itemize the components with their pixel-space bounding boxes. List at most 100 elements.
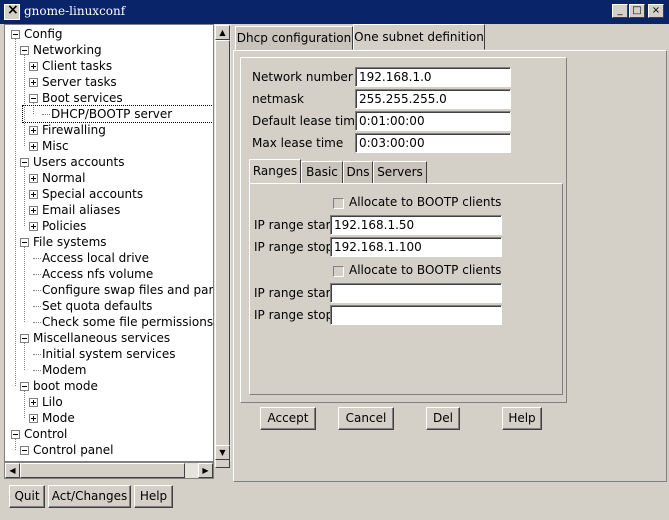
tree-item-label: Users accounts xyxy=(33,155,125,169)
expand-plus-icon[interactable] xyxy=(29,174,38,183)
tree-item[interactable]: Modem xyxy=(5,362,213,378)
collapse-minus-icon[interactable] xyxy=(20,158,29,167)
tree-item-label: Mode xyxy=(42,411,75,425)
tree-item[interactable]: Access local drive xyxy=(5,250,213,266)
netmask-label: netmask xyxy=(252,92,304,106)
tree-item[interactable]: Normal xyxy=(5,170,213,186)
tab-servers[interactable]: Servers xyxy=(373,161,427,184)
ip-range-start-field-2[interactable] xyxy=(330,283,502,303)
collapse-minus-icon[interactable] xyxy=(20,238,29,247)
collapse-minus-icon[interactable] xyxy=(11,30,20,39)
tab-ranges[interactable]: Ranges xyxy=(249,159,301,184)
tree-item[interactable]: DHCP/BOOTP server xyxy=(22,105,213,123)
minimize-button[interactable]: _ xyxy=(612,4,628,18)
max-lease-field[interactable]: 0:03:00:00 xyxy=(355,133,511,153)
tab-dns[interactable]: Dns xyxy=(343,161,373,184)
scroll-right-icon[interactable]: ▶ xyxy=(198,463,213,478)
tree-horizontal-scrollbar[interactable]: ◀ ▶ xyxy=(4,462,214,479)
help-button-bottom[interactable]: Help xyxy=(134,485,173,508)
tree-item[interactable]: Configure swap files and part xyxy=(5,282,213,298)
tree-item[interactable]: Misc xyxy=(5,138,213,154)
tree-item[interactable]: Server tasks xyxy=(5,74,213,90)
tree-item[interactable]: Networking xyxy=(5,42,213,58)
expand-plus-icon[interactable] xyxy=(29,206,38,215)
tree-item-label: Policies xyxy=(42,219,87,233)
tree-item[interactable]: Firewalling xyxy=(5,122,213,138)
collapse-minus-icon[interactable] xyxy=(20,334,29,343)
hscroll-thumb[interactable] xyxy=(20,463,185,478)
scroll-thumb[interactable] xyxy=(215,40,230,468)
expand-plus-icon[interactable] xyxy=(29,190,38,199)
tree-vertical-scrollbar[interactable]: ▲ ▼ xyxy=(214,24,231,468)
default-lease-field[interactable]: 0:01:00:00 xyxy=(355,111,511,131)
tree-item[interactable]: Config xyxy=(5,26,213,42)
tree-item[interactable]: Users accounts xyxy=(5,154,213,170)
tree-item-label: Control xyxy=(24,427,68,441)
tree-item[interactable]: Mode xyxy=(5,410,213,426)
cancel-button[interactable]: Cancel xyxy=(338,407,394,430)
tree-item-label: Modem xyxy=(42,363,87,377)
expand-plus-icon[interactable] xyxy=(29,126,38,135)
config-panel: Dhcp configuration One subnet definition… xyxy=(231,24,669,484)
allocate-bootp-checkbox-1[interactable] xyxy=(333,198,344,209)
ip-range-start-label-1: IP range start xyxy=(254,218,336,232)
tree-item-label: Miscellaneous services xyxy=(33,331,171,345)
quit-button[interactable]: Quit xyxy=(9,485,45,508)
tree-item[interactable]: Control xyxy=(5,426,213,442)
act-changes-button[interactable]: Act/Changes xyxy=(48,485,131,508)
tab-content: Network number 192.168.1.0 netmask 255.2… xyxy=(233,50,667,482)
help-button[interactable]: Help xyxy=(502,407,542,430)
tree-item[interactable]: Special accounts xyxy=(5,186,213,202)
tree-connector xyxy=(33,306,41,307)
tree-item[interactable]: Email aliases xyxy=(5,202,213,218)
del-button[interactable]: Del xyxy=(426,407,460,430)
scroll-up-icon[interactable]: ▲ xyxy=(215,25,230,40)
collapse-minus-icon[interactable] xyxy=(20,446,29,455)
tree-item[interactable]: Access nfs volume xyxy=(5,266,213,282)
tree-item[interactable]: Set quota defaults xyxy=(5,298,213,314)
tree-item-label: Misc xyxy=(42,139,69,153)
ip-range-stop-field-2[interactable] xyxy=(330,305,502,325)
expand-plus-icon[interactable] xyxy=(29,142,38,151)
ip-range-start-field-1[interactable]: 192.168.1.50 xyxy=(330,215,502,235)
tree-item[interactable]: Miscellaneous services xyxy=(5,330,213,346)
expand-plus-icon[interactable] xyxy=(29,62,38,71)
menu-tree[interactable]: Config Networking Client tasks Server tasks… xyxy=(4,24,214,462)
scroll-down-icon[interactable]: ▼ xyxy=(215,445,230,460)
accept-button[interactable]: Accept xyxy=(260,407,316,430)
collapse-minus-icon[interactable] xyxy=(11,430,20,439)
expand-plus-icon[interactable] xyxy=(29,414,38,423)
tree-item[interactable]: File systems xyxy=(5,234,213,250)
tree-item[interactable]: Initial system services xyxy=(5,346,213,362)
ip-range-stop-field-1[interactable]: 192.168.1.100 xyxy=(330,237,502,257)
tab-one-subnet-definition[interactable]: One subnet definition xyxy=(353,24,485,50)
tree-item[interactable]: Client tasks xyxy=(5,58,213,74)
tree-item-label: Config xyxy=(24,27,63,41)
app-icon[interactable] xyxy=(4,2,20,20)
tree-item[interactable]: Lilo xyxy=(5,394,213,410)
tree-item[interactable]: Control panel xyxy=(5,442,213,458)
ip-range-start-label-2: IP range start xyxy=(254,286,336,300)
allocate-bootp-checkbox-2[interactable] xyxy=(333,266,344,277)
tab-dhcp-configuration[interactable]: Dhcp configuration xyxy=(235,26,353,50)
ranges-frame: Allocate to BOOTP clients IP range start… xyxy=(249,183,563,395)
tree-item[interactable]: Check some file permissions xyxy=(5,314,213,330)
expand-plus-icon[interactable] xyxy=(29,222,38,231)
scroll-left-icon[interactable]: ◀ xyxy=(5,463,20,478)
collapse-minus-icon[interactable] xyxy=(29,94,38,103)
tab-basic[interactable]: Basic xyxy=(301,161,343,184)
close-button[interactable]: × xyxy=(648,4,664,18)
netmask-field[interactable]: 255.255.255.0 xyxy=(355,89,511,109)
expand-plus-icon[interactable] xyxy=(29,78,38,87)
expand-plus-icon[interactable] xyxy=(29,398,38,407)
tree-connector xyxy=(33,354,41,355)
maximize-button[interactable]: □ xyxy=(629,4,645,18)
network-number-field[interactable]: 192.168.1.0 xyxy=(355,67,511,87)
tree-item[interactable]: Policies xyxy=(5,218,213,234)
tree-item[interactable]: Boot services xyxy=(5,90,213,106)
tree-item[interactable]: boot mode xyxy=(5,378,213,394)
tree-item-label: Email aliases xyxy=(42,203,121,217)
collapse-minus-icon[interactable] xyxy=(20,382,29,391)
collapse-minus-icon[interactable] xyxy=(20,46,29,55)
tree-item-label: Check some file permissions xyxy=(42,315,214,329)
